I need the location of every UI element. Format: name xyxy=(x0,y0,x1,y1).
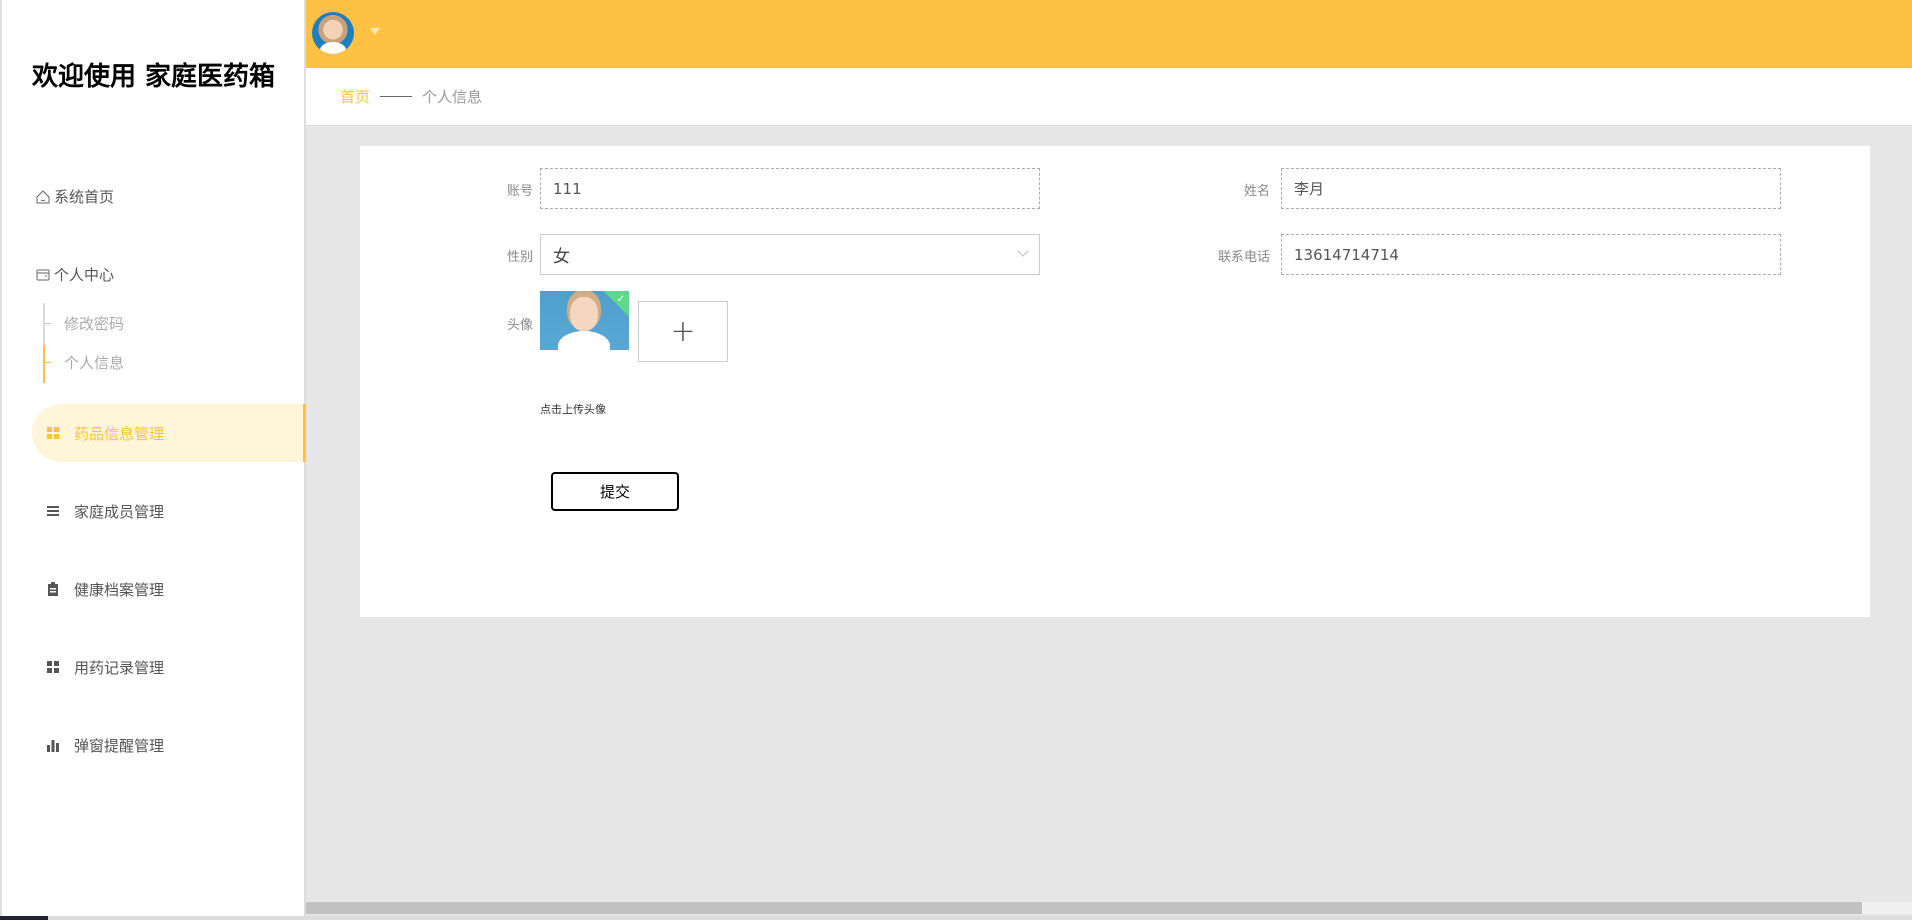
phone-label: 联系电话 xyxy=(1217,250,1270,265)
upload-avatar-button[interactable]: + xyxy=(638,301,728,362)
check-icon: ✓ xyxy=(616,294,625,305)
sidebar-item-health[interactable]: 健康档案管理 xyxy=(32,560,306,618)
user-avatar[interactable] xyxy=(312,12,354,54)
list-icon xyxy=(47,506,59,516)
sidebar-item-label: 药品信息管理 xyxy=(74,424,165,443)
gender-label: 性别 xyxy=(506,250,533,265)
submenu-line xyxy=(43,303,45,383)
sidebar-item-label: 健康档案管理 xyxy=(74,580,165,599)
chevron-down-icon xyxy=(1017,245,1029,257)
name-field[interactable]: 李月 xyxy=(1281,168,1781,209)
home-icon xyxy=(36,189,50,203)
sidebar-item-label: 系统首页 xyxy=(54,188,115,206)
sidebar-item-reminder[interactable]: 弹窗提醒管理 xyxy=(32,716,306,774)
grid-icon xyxy=(47,661,59,673)
horizontal-scrollbar[interactable] xyxy=(306,902,1912,914)
avatar-thumbnail[interactable]: ✓ xyxy=(540,291,629,350)
plus-icon: + xyxy=(670,314,696,349)
account-field[interactable]: 111 xyxy=(540,168,1040,209)
sidebar-item-label: 用药记录管理 xyxy=(74,658,165,677)
sidebar-item-label: 弹窗提醒管理 xyxy=(74,736,165,755)
sidebar: 欢迎使用 家庭医药箱 系统首页 个人中心 修改密码 个人信息 药品信息管理 家庭… xyxy=(0,0,306,916)
phone-field[interactable]: 13614714714 xyxy=(1281,234,1781,275)
sidebar-item-medication-record[interactable]: 用药记录管理 xyxy=(32,638,306,696)
caret-down-icon[interactable] xyxy=(370,28,380,35)
sidebar-item-label: 家庭成员管理 xyxy=(74,502,165,521)
sidebar-item-family[interactable]: 家庭成员管理 xyxy=(32,482,306,540)
account-label: 账号 xyxy=(506,184,533,199)
phone-value: 13614714714 xyxy=(1294,245,1399,264)
upload-hint: 点击上传头像 xyxy=(540,403,606,416)
submit-button[interactable]: 提交 xyxy=(551,472,679,511)
grid-icon xyxy=(47,427,59,439)
name-label: 姓名 xyxy=(1243,184,1270,199)
gender-select[interactable]: 女 xyxy=(540,234,1040,275)
breadcrumb-separator xyxy=(380,96,413,97)
profile-form: 账号 111 姓名 李月 性别 女 联系电话 13614714714 头像 ✓ … xyxy=(360,146,1870,617)
gender-value: 女 xyxy=(553,247,570,267)
breadcrumb-home[interactable]: 首页 xyxy=(340,86,370,107)
name-value: 李月 xyxy=(1294,180,1325,198)
avatar-label: 头像 xyxy=(506,318,533,333)
breadcrumb-current: 个人信息 xyxy=(422,88,483,106)
sidebar-item-home[interactable]: 系统首页 xyxy=(36,186,114,207)
clipboard-icon xyxy=(48,582,58,596)
sidebar-item-personal-center[interactable]: 个人中心 xyxy=(36,264,114,285)
account-value: 111 xyxy=(553,179,582,198)
wallet-icon xyxy=(36,269,50,280)
sidebar-item-change-password[interactable]: 修改密码 xyxy=(64,313,124,334)
scrollbar-thumb[interactable] xyxy=(306,902,1862,914)
sidebar-item-label: 个人中心 xyxy=(54,266,115,284)
top-header xyxy=(306,0,1912,68)
breadcrumb: 首页 个人信息 xyxy=(306,68,1912,126)
sidebar-item-medicine[interactable]: 药品信息管理 xyxy=(32,404,306,462)
taskbar xyxy=(0,916,1912,920)
sidebar-item-personal-info[interactable]: 个人信息 xyxy=(64,352,124,373)
app-title: 欢迎使用 家庭医药箱 xyxy=(32,62,276,92)
bar-chart-icon xyxy=(47,740,59,752)
